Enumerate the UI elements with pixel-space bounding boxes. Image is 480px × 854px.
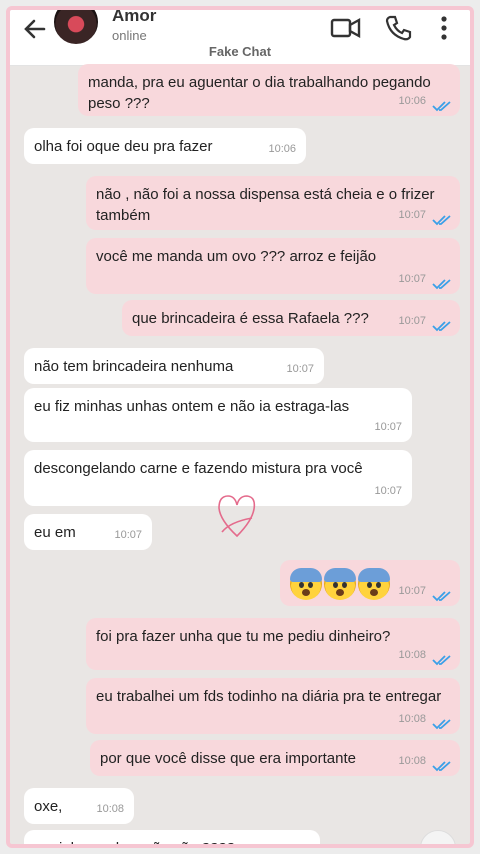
- message-text: que brincadeira é essa Rafaela ???: [132, 310, 369, 327]
- message-list[interactable]: manda, pra eu aguentar o dia trabalhando…: [10, 60, 470, 844]
- message-outgoing[interactable]: que brincadeira é essa Rafaela ??? 10:07: [122, 300, 460, 336]
- message-incoming[interactable]: não tem brincadeira nenhuma 10:07: [24, 348, 324, 384]
- message-incoming[interactable]: oxe, 10:08: [24, 788, 134, 824]
- message-time: 10:06: [268, 143, 296, 155]
- message-outgoing-emoji[interactable]: 10:07: [280, 560, 460, 606]
- message-text: não tem brincadeira nenhuma: [34, 358, 234, 375]
- chat-header: Amor online Fake Chat: [10, 10, 470, 66]
- message-text: você me manda um ovo ??? arroz e feijão: [96, 248, 377, 265]
- message-text: foi pra fazer unha que tu me pediu dinhe…: [96, 628, 391, 645]
- message-outgoing[interactable]: manda, pra eu aguentar o dia trabalhando…: [78, 64, 460, 116]
- message-incoming[interactable]: e minhas unhas não são ????: [24, 830, 320, 844]
- message-time: 10:07: [374, 485, 402, 497]
- message-text: por que você disse que era importante: [100, 750, 356, 767]
- message-time: 10:06: [398, 95, 426, 107]
- message-time: 10:07: [398, 273, 426, 285]
- fearful-face-emoji: [324, 568, 356, 600]
- avatar[interactable]: [52, 10, 100, 46]
- message-text: oxe,: [34, 798, 63, 815]
- message-outgoing[interactable]: por que você disse que era importante 10…: [90, 740, 460, 776]
- phone-frame: Amor online Fake Chat manda, pra eu ague…: [6, 6, 474, 848]
- contact-name[interactable]: Amor: [112, 10, 156, 26]
- scroll-down-button[interactable]: [420, 830, 456, 844]
- message-time: 10:07: [398, 315, 426, 327]
- read-receipt-icon: [432, 761, 451, 772]
- message-text: descongelando carne e fazendo mistura pr…: [34, 460, 363, 477]
- read-receipt-icon: [432, 719, 451, 730]
- message-text: eu trabalhei um fds todinho na diária pr…: [96, 688, 442, 705]
- read-receipt-icon: [432, 655, 451, 666]
- more-options-icon[interactable]: [438, 14, 450, 42]
- read-receipt-icon: [432, 321, 451, 332]
- message-incoming[interactable]: olha foi oque deu pra fazer 10:06: [24, 128, 306, 164]
- read-receipt-icon: [432, 279, 451, 290]
- message-incoming[interactable]: eu fiz minhas unhas ontem e não ia estra…: [24, 388, 412, 442]
- message-outgoing[interactable]: eu trabalhei um fds todinho na diária pr…: [86, 678, 460, 734]
- message-time: 10:08: [398, 755, 426, 767]
- message-time: 10:07: [286, 363, 314, 375]
- video-call-icon[interactable]: [330, 14, 362, 40]
- message-text: manda, pra eu aguentar o dia trabalhando…: [88, 74, 431, 112]
- message-time: 10:07: [374, 421, 402, 433]
- message-outgoing[interactable]: você me manda um ovo ??? arroz e feijão …: [86, 238, 460, 294]
- message-time: 10:07: [398, 209, 426, 221]
- contact-status: online: [112, 28, 147, 43]
- message-text: e minhas unhas não são ????: [34, 840, 235, 844]
- read-receipt-icon: [432, 101, 451, 112]
- read-receipt-icon: [432, 215, 451, 226]
- message-time: 10:08: [398, 713, 426, 725]
- message-time: 10:08: [398, 649, 426, 661]
- message-text: olha foi oque deu pra fazer: [34, 138, 213, 155]
- fearful-face-emoji: [358, 568, 390, 600]
- message-text: eu fiz minhas unhas ontem e não ia estra…: [34, 398, 350, 415]
- message-outgoing[interactable]: foi pra fazer unha que tu me pediu dinhe…: [86, 618, 460, 670]
- message-incoming[interactable]: eu em 10:07: [24, 514, 152, 550]
- heart-sticker-icon: [218, 495, 256, 538]
- message-text: eu em: [34, 524, 76, 541]
- read-receipt-icon: [432, 591, 451, 602]
- back-arrow-icon[interactable]: [20, 14, 50, 44]
- message-time: 10:07: [398, 585, 426, 597]
- message-time: 10:08: [96, 803, 124, 815]
- message-text: não , não foi a nossa dispensa está chei…: [96, 186, 435, 224]
- message-time: 10:07: [114, 529, 142, 541]
- fearful-face-emoji: [290, 568, 322, 600]
- message-outgoing[interactable]: não , não foi a nossa dispensa está chei…: [86, 176, 460, 230]
- phone-call-icon[interactable]: [384, 14, 412, 42]
- watermark: Fake Chat: [208, 44, 272, 59]
